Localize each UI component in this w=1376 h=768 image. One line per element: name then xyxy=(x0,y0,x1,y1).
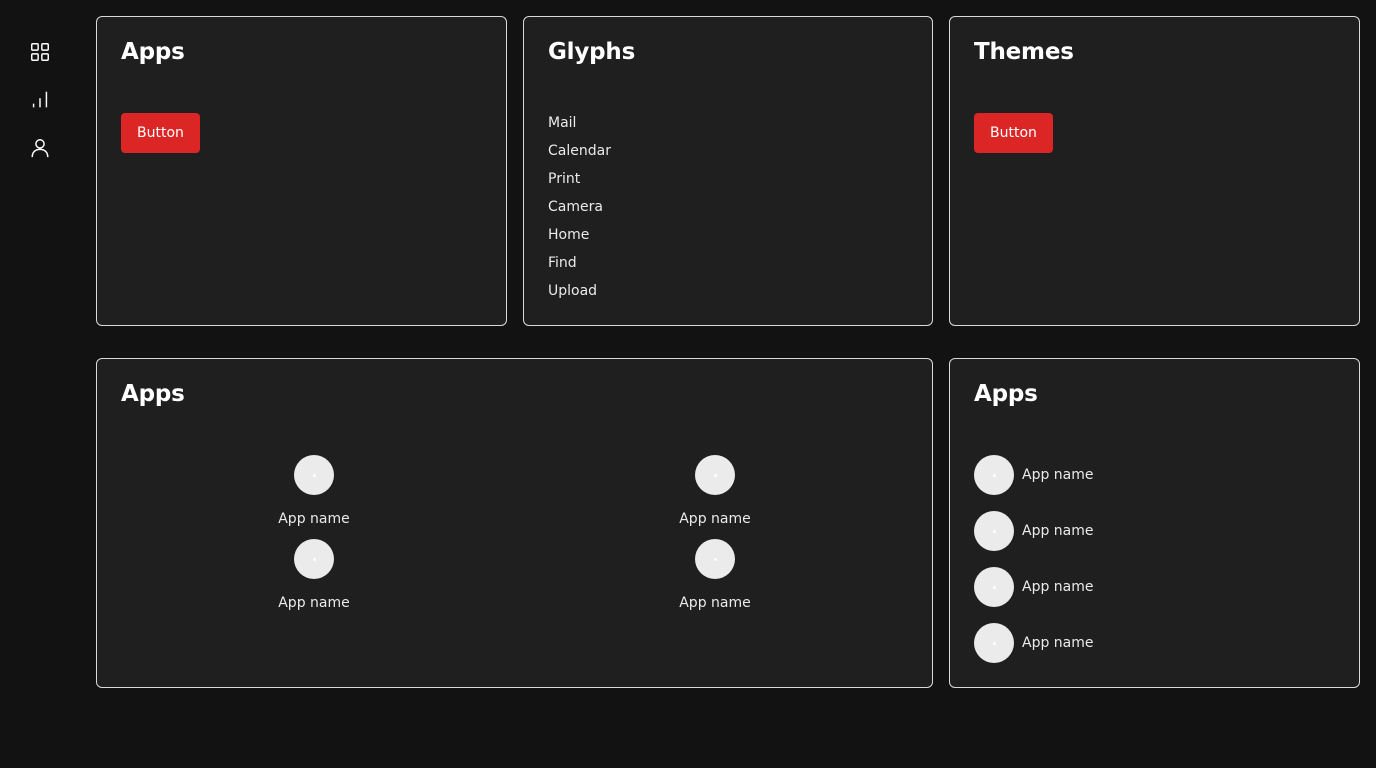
glyphs-card: Glyphs Mail Calendar Print Camera Home F… xyxy=(523,16,933,326)
app-name: App name xyxy=(278,511,350,527)
app-name: App name xyxy=(278,595,350,611)
glyph-list: Mail Calendar Print Camera Home Find Upl… xyxy=(548,109,611,305)
apps-card: Apps Button xyxy=(96,16,507,326)
card-title: Glyphs xyxy=(548,39,636,65)
app-list-item[interactable]: App name xyxy=(974,623,1094,663)
glyph-item-home[interactable]: Home xyxy=(548,221,611,249)
user-icon xyxy=(31,139,49,158)
glyph-item-camera[interactable]: Camera xyxy=(548,193,611,221)
app-icon xyxy=(974,455,1014,495)
nav-profile-button[interactable] xyxy=(24,132,56,164)
nav-stats-button[interactable] xyxy=(24,84,56,116)
card-title: Apps xyxy=(974,381,1038,407)
app-list-item[interactable]: App name xyxy=(974,567,1094,607)
card-title: Themes xyxy=(974,39,1074,65)
glyph-item-print[interactable]: Print xyxy=(548,165,611,193)
app-name: App name xyxy=(1022,635,1094,651)
card-title: Apps xyxy=(121,39,185,65)
app-name: App name xyxy=(679,595,751,611)
app-tile[interactable]: App name xyxy=(655,539,775,611)
bar-chart-icon xyxy=(32,91,48,108)
app-tile[interactable]: App name xyxy=(254,539,374,611)
themes-card: Themes Button xyxy=(949,16,1360,326)
grid-icon xyxy=(31,43,49,61)
app-name: App name xyxy=(679,511,751,527)
app-tile[interactable]: App name xyxy=(655,455,775,527)
app-tile[interactable]: App name xyxy=(254,455,374,527)
app-list-item[interactable]: App name xyxy=(974,511,1094,551)
sidebar xyxy=(0,0,80,768)
themes-button[interactable]: Button xyxy=(974,113,1053,153)
glyph-item-upload[interactable]: Upload xyxy=(548,277,611,305)
app-name: App name xyxy=(1022,579,1094,595)
apps-grid-card: Apps App name App name App name App name xyxy=(96,358,933,688)
apps-list-card: Apps App name App name App name App name xyxy=(949,358,1360,688)
apps-button[interactable]: Button xyxy=(121,113,200,153)
glyph-item-mail[interactable]: Mail xyxy=(548,109,611,137)
app-icon xyxy=(294,455,334,495)
app-name: App name xyxy=(1022,523,1094,539)
nav-apps-button[interactable] xyxy=(24,36,56,68)
app-icon xyxy=(974,623,1014,663)
app-list-item[interactable]: App name xyxy=(974,455,1094,495)
card-title: Apps xyxy=(121,381,185,407)
app-icon xyxy=(974,511,1014,551)
app-icon xyxy=(294,539,334,579)
glyph-item-calendar[interactable]: Calendar xyxy=(548,137,611,165)
app-icon xyxy=(974,567,1014,607)
app-name: App name xyxy=(1022,467,1094,483)
app-icon xyxy=(695,455,735,495)
glyph-item-find[interactable]: Find xyxy=(548,249,611,277)
app-icon xyxy=(695,539,735,579)
